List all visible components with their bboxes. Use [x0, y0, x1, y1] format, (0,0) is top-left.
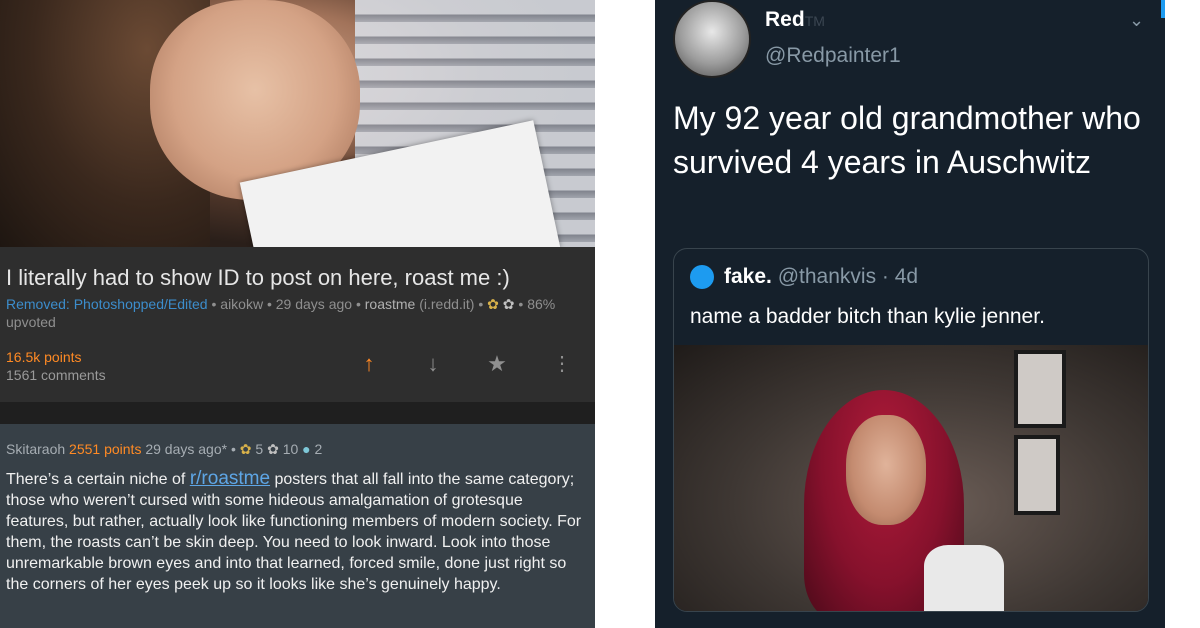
gold-count: 10: [282, 441, 299, 457]
reddit-panel: I literally had to show ID to post on he…: [0, 0, 595, 628]
post-points: 16.5k points: [6, 349, 82, 365]
divider: [0, 402, 595, 424]
post-meta: Removed: Photoshopped/Edited • aikokw • …: [6, 296, 556, 330]
wall-frame: [1014, 350, 1066, 428]
wall-frame: [1014, 435, 1060, 515]
post-author[interactable]: aikokw: [220, 296, 263, 312]
avatar[interactable]: [673, 0, 751, 78]
post-image[interactable]: [0, 0, 595, 247]
display-name[interactable]: RedTM: [765, 8, 825, 32]
more-vertical-icon: ⋮: [552, 353, 572, 375]
save-button[interactable]: ★: [485, 352, 509, 376]
post-title[interactable]: I literally had to show ID to post on he…: [6, 265, 510, 291]
post-domain: (i.redd.it): [419, 296, 475, 312]
tweet-text: My 92 year old grandmother who survived …: [673, 100, 1141, 180]
comment-age: 29 days ago*: [145, 441, 228, 457]
upvote-button[interactable]: ↑: [357, 352, 381, 376]
quoted-image[interactable]: [674, 345, 1148, 611]
twitter-panel: RedTM @Redpainter1 ⌄ My 92 year old gran…: [655, 0, 1165, 628]
chevron-down-icon[interactable]: ⌄: [1129, 10, 1144, 31]
post-header: I literally had to show ID to post on he…: [0, 247, 595, 402]
quoted-author: fake. @thankvis · 4d: [724, 265, 919, 288]
post-age: 29 days ago: [275, 296, 353, 312]
subreddit-link[interactable]: r/roastme: [190, 468, 270, 489]
user-handle[interactable]: @Redpainter1: [765, 44, 901, 68]
silver-count: 5: [255, 441, 264, 457]
platinum-count: 2: [314, 441, 323, 457]
downvote-button[interactable]: ↓: [421, 352, 445, 376]
comment-points: 2551 points: [69, 441, 142, 457]
quoted-text: name a badder bitch than kylie jenner.: [690, 305, 1045, 328]
star-icon: ★: [487, 351, 507, 376]
shirt-shape: [924, 545, 1004, 611]
upvoted-label: upvoted: [6, 314, 56, 330]
comment-author[interactable]: Skitaraoh: [6, 441, 65, 457]
arrow-down-icon: ↓: [427, 351, 439, 376]
award-icon: ✿: [487, 296, 499, 312]
more-button[interactable]: ⋮: [550, 352, 574, 376]
gold-award-icon: ✿: [267, 441, 279, 457]
silver-award-icon: ✿: [239, 441, 252, 457]
removed-status: Removed: Photoshopped/Edited: [6, 296, 208, 312]
subreddit-link[interactable]: roastme: [365, 296, 416, 312]
award-icon: ✿: [502, 296, 515, 312]
post-comments-count[interactable]: 1561 comments: [6, 367, 106, 383]
quoted-tweet[interactable]: fake. @thankvis · 4d name a badder bitch…: [673, 248, 1149, 612]
upvote-percent: 86%: [527, 296, 556, 312]
comment-meta: Skitaraoh 2551 points 29 days ago* • ✿ 5…: [6, 441, 323, 457]
comment-body: There’s a certain niche of r/roastme pos…: [6, 468, 582, 593]
platinum-award-icon: ●: [302, 441, 311, 457]
arrow-up-icon: ↑: [363, 351, 375, 376]
face-shape: [846, 415, 926, 525]
quoted-avatar: [690, 265, 714, 289]
comment: Skitaraoh 2551 points 29 days ago* • ✿ 5…: [0, 424, 595, 628]
accent-edge: [1161, 0, 1165, 18]
